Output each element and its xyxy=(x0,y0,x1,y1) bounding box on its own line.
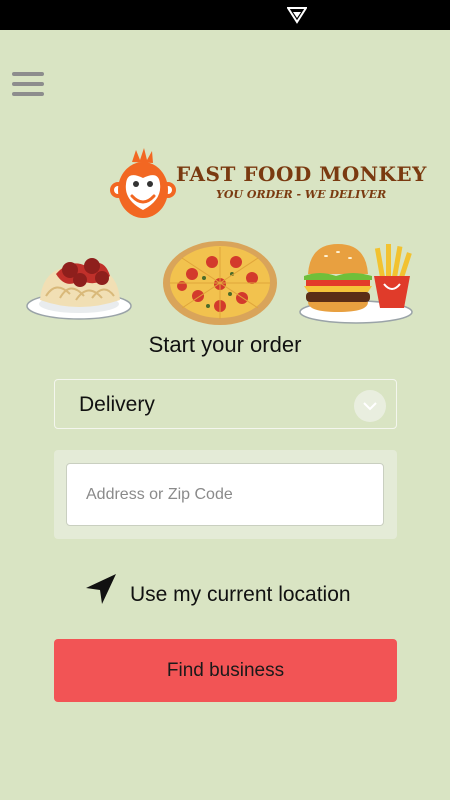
monkey-logo-icon xyxy=(110,148,176,218)
pizza-icon xyxy=(163,241,277,325)
address-panel xyxy=(54,450,397,539)
address-input[interactable] xyxy=(66,463,384,526)
status-bar xyxy=(0,0,450,30)
start-order-title: Start your order xyxy=(148,332,302,357)
navigation-arrow-icon xyxy=(86,574,116,604)
brand-tagline: YOU ORDER - WE DELIVER xyxy=(216,188,387,201)
app-logo: FAST FOOD MONKEY YOU ORDER - WE DELIVER xyxy=(110,148,426,220)
hamburger-menu-icon[interactable] xyxy=(12,72,44,100)
order-type-select[interactable]: Delivery xyxy=(54,379,397,429)
chevron-down-icon[interactable] xyxy=(354,390,386,422)
find-business-button[interactable]: Find business xyxy=(54,639,397,702)
use-current-location-label: Use my current location xyxy=(130,583,351,606)
brand-name: FAST FOOD MONKEY xyxy=(176,162,427,186)
order-type-value: Delivery xyxy=(79,393,155,416)
signal-icon xyxy=(287,7,307,24)
spaghetti-icon xyxy=(26,258,132,320)
burger-fries-icon xyxy=(299,244,413,324)
